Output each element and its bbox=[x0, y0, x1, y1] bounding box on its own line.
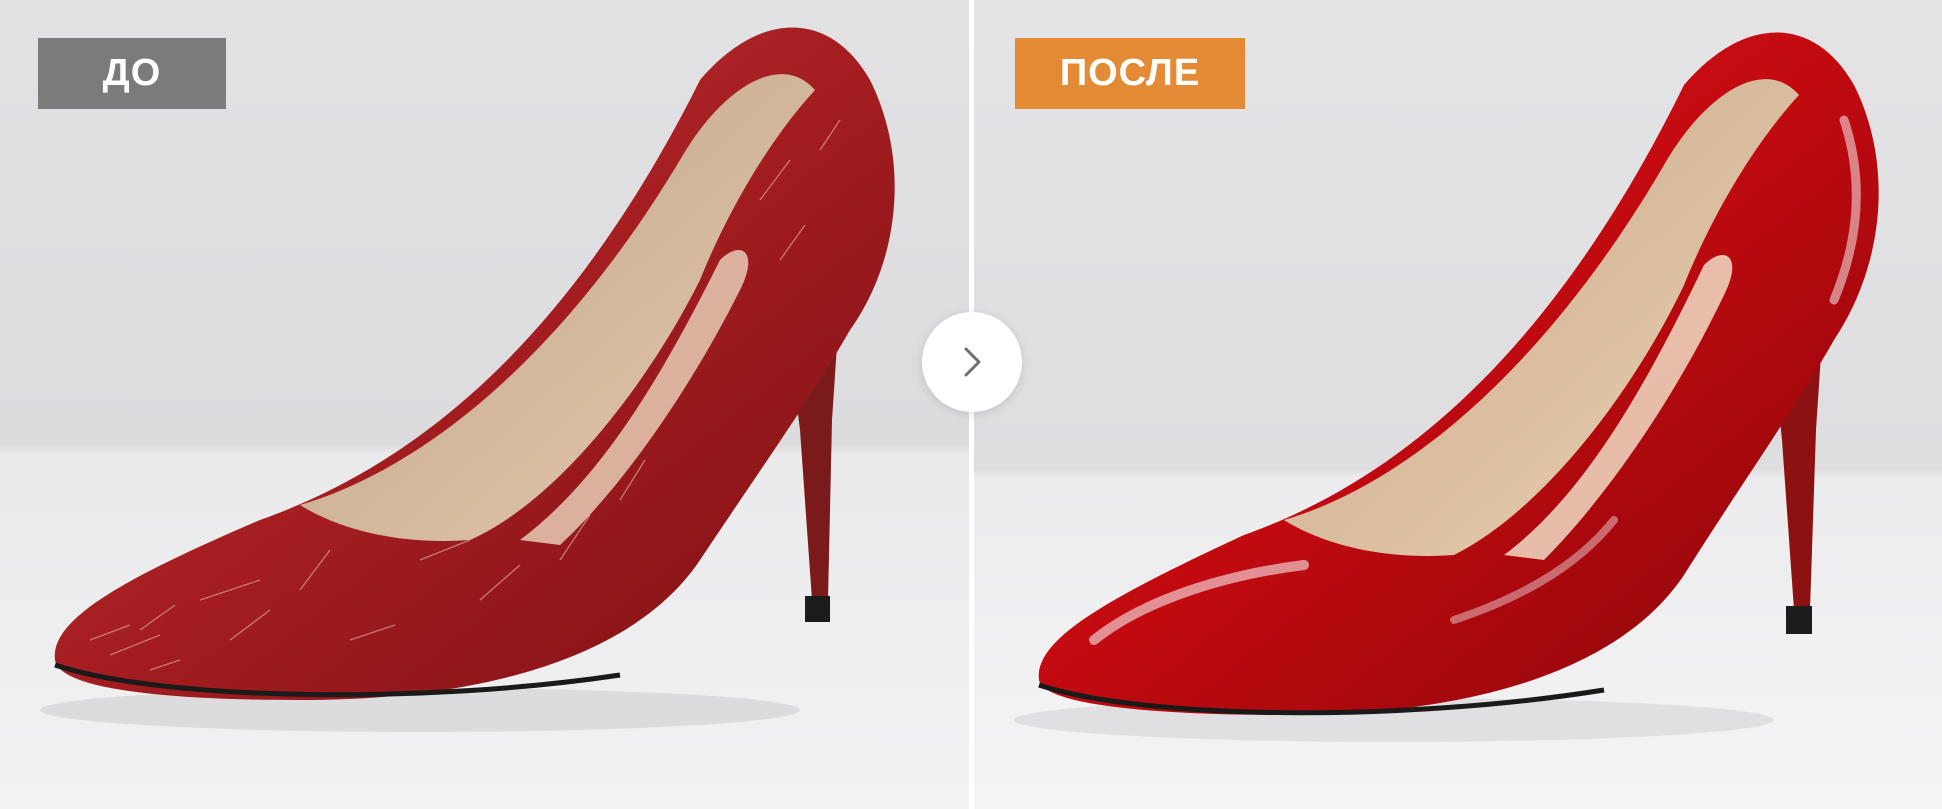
before-image bbox=[0, 0, 969, 809]
before-label-badge: ДО bbox=[38, 38, 226, 109]
before-label: ДО bbox=[102, 52, 162, 94]
chevron-right-icon bbox=[964, 347, 981, 377]
compare-next-button[interactable] bbox=[922, 312, 1022, 412]
worn-shoe-photo bbox=[0, 0, 969, 809]
after-label: ПОСЛЕ bbox=[1059, 52, 1201, 94]
restored-shoe-photo bbox=[974, 0, 1942, 809]
after-image bbox=[974, 0, 1942, 809]
after-label-badge: ПОСЛЕ bbox=[1015, 38, 1245, 109]
